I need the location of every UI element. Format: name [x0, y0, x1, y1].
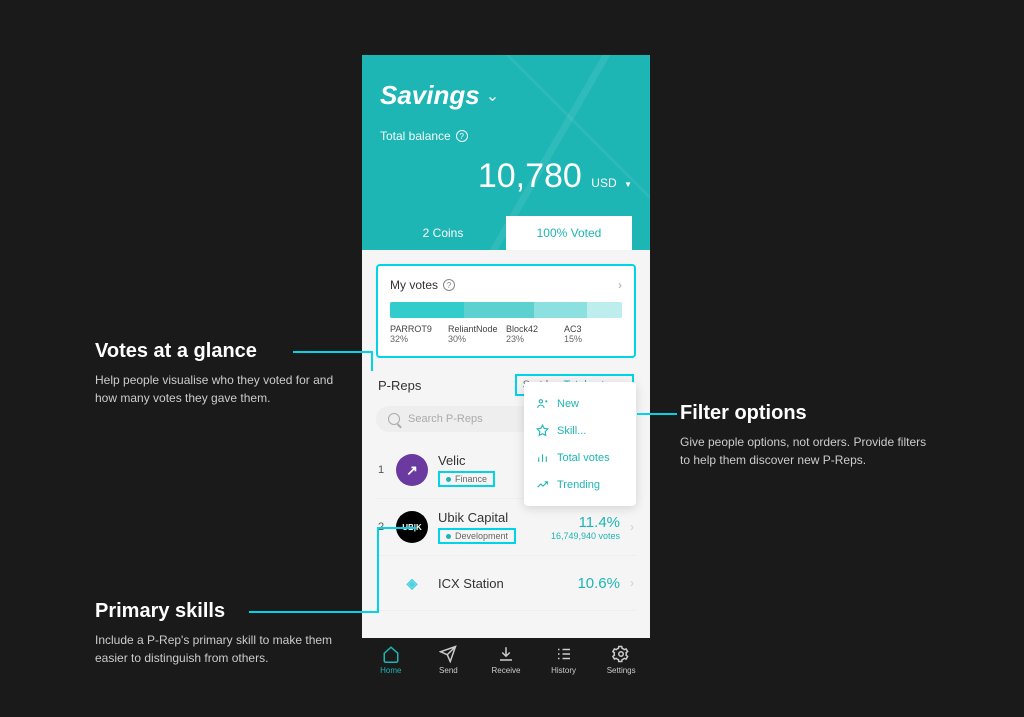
- nav-receive[interactable]: Receive: [477, 645, 535, 675]
- tab-coins[interactable]: 2 Coins: [380, 216, 506, 250]
- annotation-body: Give people options, not orders. Provide…: [680, 433, 930, 469]
- page-title: Savings: [380, 80, 480, 111]
- star-icon: [536, 424, 549, 437]
- receive-icon: [497, 645, 515, 663]
- vote-segment: [464, 302, 534, 318]
- help-icon[interactable]: ?: [456, 130, 468, 142]
- send-icon: [439, 645, 457, 663]
- triangle-down-icon: ▼: [624, 180, 632, 189]
- annotation-filter: Filter options Give people options, not …: [680, 402, 930, 469]
- phone-mockup: Savings ⌄ Total balance ? 10,780 USD ▼ 2…: [362, 55, 650, 682]
- balance-currency: USD: [591, 176, 616, 190]
- chevron-down-icon: ⌄: [486, 86, 499, 106]
- prep-row[interactable]: ◈ICX Station10.6%›: [376, 556, 636, 611]
- help-icon[interactable]: ?: [443, 279, 455, 291]
- tab-voted[interactable]: 100% Voted: [506, 216, 632, 250]
- search-icon: [388, 413, 400, 425]
- filter-option[interactable]: New: [524, 390, 636, 417]
- balance-label-row: Total balance ?: [380, 129, 632, 143]
- nav-send[interactable]: Send: [420, 645, 478, 675]
- chevron-right-icon: ›: [618, 278, 622, 292]
- vote-segment: [587, 302, 622, 318]
- bars-icon: [536, 451, 549, 464]
- title-dropdown[interactable]: Savings ⌄: [380, 80, 632, 111]
- nav-history[interactable]: History: [535, 645, 593, 675]
- connector-line: [249, 611, 379, 613]
- connector-line: [371, 351, 373, 371]
- prep-logo: ↗: [396, 454, 428, 486]
- search-placeholder: Search P-Reps: [408, 413, 483, 425]
- balance-label: Total balance: [380, 129, 451, 143]
- connector-line: [377, 527, 417, 529]
- annotation-body: Include a P-Rep's primary skill to make …: [95, 631, 345, 667]
- skill-tag: Development: [438, 528, 516, 544]
- filter-option[interactable]: Skill...: [524, 417, 636, 444]
- votes-bar: [390, 302, 622, 318]
- settings-icon: [612, 645, 630, 663]
- chevron-right-icon: ›: [630, 520, 634, 534]
- prep-logo: ◈: [396, 567, 428, 599]
- my-votes-title: My votes: [390, 278, 438, 292]
- balance-amount: 10,780: [478, 157, 582, 195]
- vote-label: AC315%: [564, 324, 622, 344]
- chevron-right-icon: ›: [630, 576, 634, 590]
- votes-labels: PARROT932%ReliantNode30%Block4223%AC315%: [390, 324, 622, 344]
- nav-settings[interactable]: Settings: [592, 645, 650, 675]
- header-tabs: 2 Coins 100% Voted: [380, 216, 632, 250]
- vote-label: PARROT932%: [390, 324, 448, 344]
- balance-value-row[interactable]: 10,780 USD ▼: [380, 157, 632, 196]
- vote-label: ReliantNode30%: [448, 324, 506, 344]
- annotation-title: Filter options: [680, 402, 930, 425]
- header: Savings ⌄ Total balance ? 10,780 USD ▼ 2…: [362, 55, 650, 250]
- nav-home[interactable]: Home: [362, 645, 420, 675]
- rank: 1: [378, 464, 386, 476]
- filter-option[interactable]: Trending: [524, 471, 636, 498]
- vote-segment: [390, 302, 464, 318]
- prep-name: Ubik Capital: [438, 510, 541, 525]
- annotation-body: Help people visualise who they voted for…: [95, 371, 345, 407]
- connector-line: [377, 527, 379, 611]
- vote-label: Block4223%: [506, 324, 564, 344]
- home-icon: [382, 645, 400, 663]
- preps-title: P-Reps: [378, 378, 421, 393]
- my-votes-card[interactable]: My votes ? › PARROT932%ReliantNode30%Blo…: [376, 264, 636, 358]
- person-icon: [536, 397, 549, 410]
- filter-dropdown: NewSkill...Total votesTrending: [524, 382, 636, 506]
- trend-icon: [536, 478, 549, 491]
- connector-line: [293, 351, 373, 353]
- vote-segment: [534, 302, 587, 318]
- bottom-nav: HomeSendReceiveHistorySettings: [362, 638, 650, 682]
- skill-tag: Finance: [438, 471, 495, 487]
- history-icon: [555, 645, 573, 663]
- connector-line: [637, 413, 677, 415]
- filter-option[interactable]: Total votes: [524, 444, 636, 471]
- prep-name: ICX Station: [438, 576, 567, 591]
